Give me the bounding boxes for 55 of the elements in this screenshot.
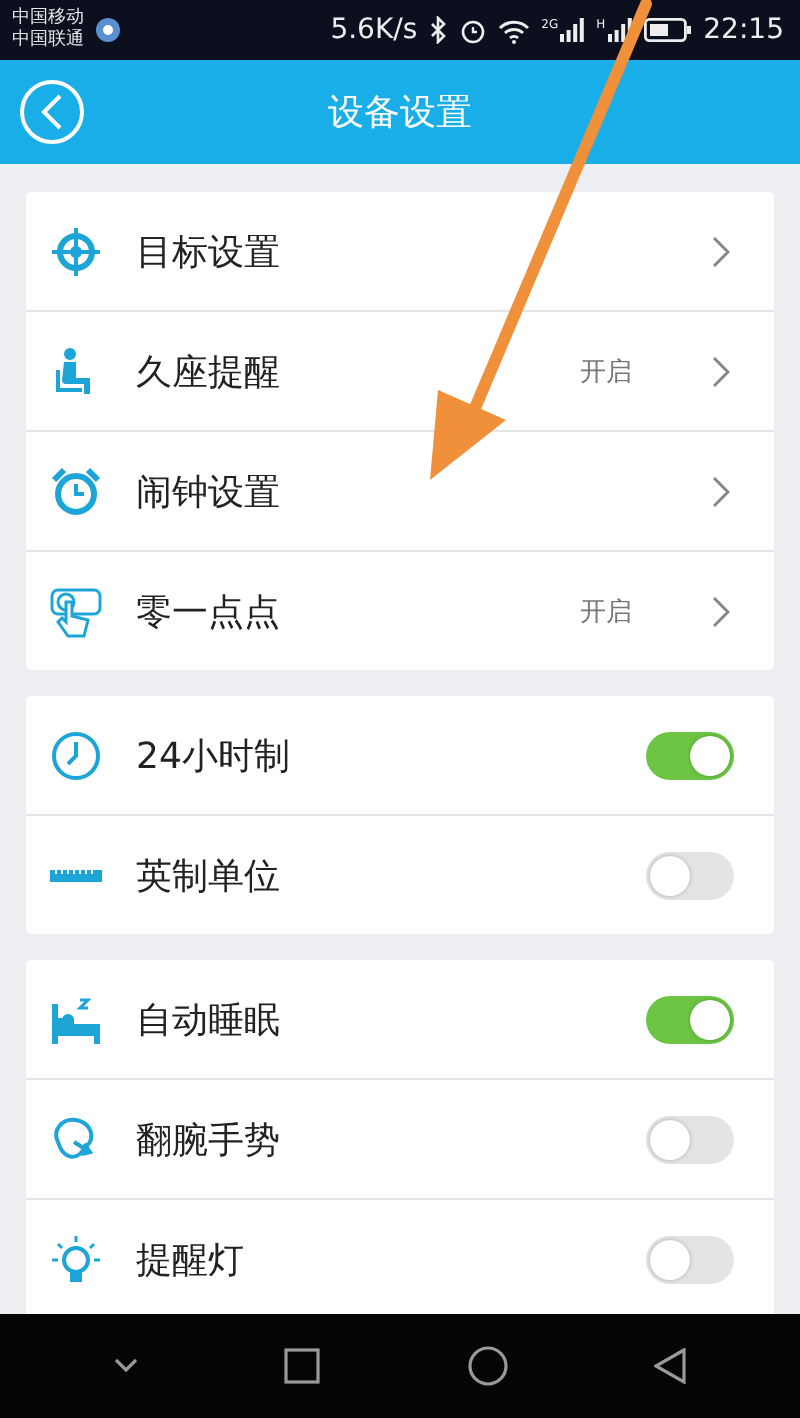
back-button[interactable]: [20, 80, 84, 144]
chevron-icon: [712, 235, 730, 267]
chevron-icon: [712, 355, 730, 387]
page-title: 设备设置: [328, 90, 472, 136]
settings-row[interactable]: 零一点点 开启: [26, 550, 774, 670]
alarm-clock-icon: [50, 465, 102, 517]
signal-icon: [560, 18, 585, 42]
network-speed: 5.6K/s: [330, 14, 418, 46]
carrier-name: 中国联通: [12, 30, 84, 52]
square-icon: [284, 1348, 321, 1384]
toggle-switch[interactable]: [646, 731, 734, 779]
wifi-icon: [497, 17, 530, 43]
setting-label: 久座提醒: [136, 349, 282, 395]
setting-label: 英制单位: [136, 853, 282, 899]
chevron-icon: [712, 595, 730, 627]
circle-icon: [467, 1346, 508, 1386]
light-bulb-icon: [50, 1233, 102, 1285]
chevron-down-icon: [113, 1358, 138, 1374]
settings-row[interactable]: 英制单位: [26, 814, 774, 934]
touch-hand-icon: [50, 585, 102, 637]
notification-icon: [96, 18, 120, 42]
setting-label: 零一点点: [136, 589, 282, 635]
settings-row[interactable]: 24小时制: [26, 696, 774, 814]
back-nav-button[interactable]: [654, 1348, 687, 1384]
carrier-name: 中国移动: [12, 8, 84, 29]
hide-keyboard-button[interactable]: [113, 1358, 138, 1374]
setting-label: 自动睡眠: [136, 997, 282, 1043]
signal-icon: [607, 18, 632, 42]
settings-row[interactable]: 自动睡眠: [26, 960, 774, 1078]
recent-apps-button[interactable]: [284, 1348, 321, 1384]
setting-label: 24小时制: [136, 733, 292, 779]
toggle-switch[interactable]: [646, 995, 734, 1043]
settings-row[interactable]: 目标设置: [26, 192, 774, 310]
alarm-icon: [459, 17, 486, 43]
home-button[interactable]: [467, 1346, 508, 1386]
setting-label: 目标设置: [136, 229, 282, 275]
toggle-switch[interactable]: [646, 1235, 734, 1283]
target-icon: [50, 225, 102, 277]
setting-label: 翻腕手势: [136, 1117, 282, 1163]
ruler-icon: [50, 865, 102, 885]
setting-label: 闹钟设置: [136, 469, 282, 515]
battery-icon: [643, 18, 692, 42]
chevron-icon: [712, 475, 730, 507]
setting-value: 开启: [580, 595, 632, 629]
setting-value: 开启: [580, 355, 632, 389]
clock-icon: [50, 729, 102, 781]
bluetooth-icon: [429, 16, 448, 44]
toggle-switch[interactable]: [646, 851, 734, 899]
triangle-icon: [654, 1348, 687, 1384]
toggle-switch[interactable]: [646, 1115, 734, 1163]
settings-row[interactable]: 翻腕手势: [26, 1078, 774, 1198]
back-icon: [40, 94, 64, 130]
clock-time: 22:15: [703, 14, 784, 46]
setting-label: 提醒灯: [136, 1237, 246, 1283]
bed-icon: [50, 995, 102, 1043]
